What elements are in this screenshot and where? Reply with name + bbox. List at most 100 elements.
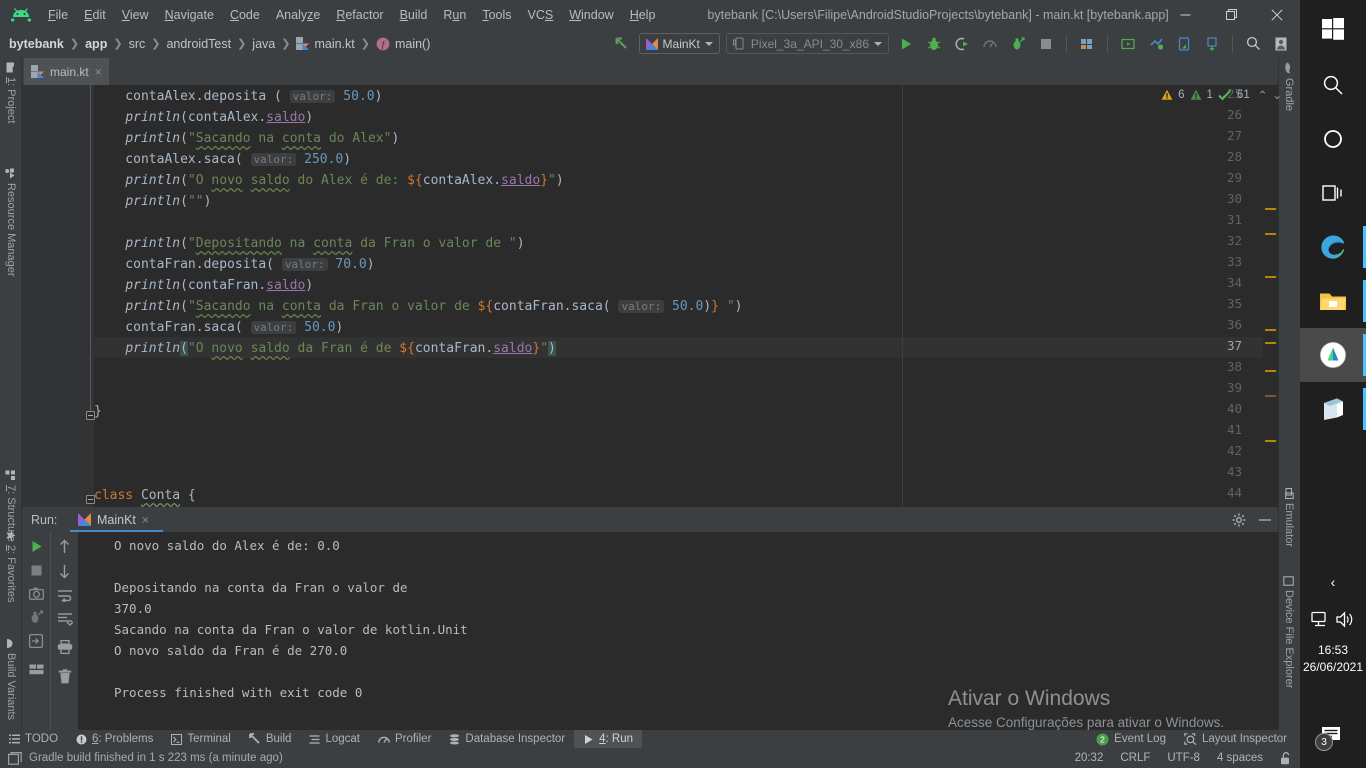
sidebar-item-emulator[interactable]: Emulator	[1283, 488, 1295, 547]
line-separator[interactable]: CRLF	[1120, 752, 1150, 764]
taskbar-clock[interactable]: 16:53 26/06/2021	[1300, 642, 1366, 676]
close-icon[interactable]: ×	[142, 513, 149, 527]
menu-item-navigate[interactable]: Navigate	[157, 6, 222, 24]
build-window-icon[interactable]	[8, 751, 22, 765]
editor-marker-bar[interactable]	[1263, 85, 1278, 507]
menu-item-edit[interactable]: Edit	[76, 6, 114, 24]
run-coverage-icon[interactable]	[951, 33, 973, 55]
run-configuration-selector[interactable]: MainKt	[638, 33, 720, 54]
bottom-item-terminal[interactable]: Terminal	[162, 730, 239, 748]
menu-bar[interactable]: FFileile Edit View Navigate Code Analyze…	[40, 6, 663, 24]
sidebar-item-project[interactable]: 1: Project	[5, 62, 17, 123]
minimize-button[interactable]	[1162, 0, 1208, 29]
chevron-up-icon[interactable]: ⌃	[1258, 88, 1268, 102]
scroll-up-icon[interactable]	[58, 539, 71, 554]
bottom-item-event-log[interactable]: 2 Event Log	[1087, 730, 1175, 748]
inspection-widget[interactable]: 6 1 61 ⌃ ⌄	[1161, 88, 1282, 102]
bottom-item-logcat[interactable]: Logcat	[300, 730, 369, 748]
start-button[interactable]	[1300, 0, 1366, 58]
menu-item-run[interactable]: Run	[435, 6, 474, 24]
screenshot-icon[interactable]	[28, 587, 44, 600]
sidebar-item-build-variants[interactable]: Build Variants	[5, 638, 17, 720]
minimize-icon[interactable]	[1258, 513, 1272, 527]
store-button[interactable]	[1300, 382, 1366, 436]
breadcrumb-item-androidtest[interactable]: androidTest	[166, 37, 231, 51]
menu-item-analyze[interactable]: Analyze	[268, 6, 328, 24]
trash-icon[interactable]	[58, 669, 72, 684]
attach-debugger-icon[interactable]	[29, 610, 44, 624]
scroll-down-icon[interactable]	[58, 564, 71, 579]
sync-gradle-icon[interactable]	[1145, 33, 1167, 55]
run-tab-mainkt[interactable]: MainKt ×	[70, 507, 157, 532]
scroll-to-end-icon[interactable]	[57, 612, 73, 626]
android-studio-button[interactable]	[1300, 328, 1366, 382]
volume-icon[interactable]	[1335, 611, 1356, 628]
bottom-item-build[interactable]: Build	[240, 730, 301, 748]
layout-icon[interactable]	[29, 664, 44, 675]
file-explorer-button[interactable]	[1300, 274, 1366, 328]
show-hidden-icons-button[interactable]: ‹	[1300, 574, 1366, 590]
run-icon[interactable]	[895, 33, 917, 55]
bottom-item-problems[interactable]: 6: Problems	[67, 730, 162, 748]
chevron-down-icon[interactable]: ⌄	[1272, 88, 1282, 102]
bottom-item-profiler[interactable]: Profiler	[369, 730, 440, 748]
sidebar-item-gradle[interactable]: Gradle	[1283, 62, 1295, 111]
menu-item-vcs[interactable]: VCS	[520, 6, 562, 24]
cortana-button[interactable]	[1300, 112, 1366, 166]
breadcrumb-item-src[interactable]: src	[129, 37, 146, 51]
search-button[interactable]	[1300, 58, 1366, 112]
code-editor[interactable]: 25 26 27 28 29 30 31 32 33 34 35 36 37 38 39 40 41 42 43 44…	[22, 85, 1278, 507]
bottom-item-database-inspector[interactable]: Database Inspector	[440, 730, 574, 748]
profile-icon[interactable]	[979, 33, 1001, 55]
unlocked-icon[interactable]	[1280, 751, 1292, 765]
close-icon[interactable]: ×	[95, 65, 102, 79]
layout-inspector-icon[interactable]	[1201, 33, 1223, 55]
print-icon[interactable]	[57, 640, 73, 654]
task-view-button[interactable]	[1300, 166, 1366, 220]
rerun-icon[interactable]	[29, 539, 44, 554]
caret-position[interactable]: 20:32	[1075, 752, 1104, 764]
menu-item-help[interactable]: Help	[622, 6, 664, 24]
stop-icon[interactable]	[30, 564, 43, 577]
sidebar-item-device-file-explorer[interactable]: Device File Explorer	[1283, 576, 1295, 688]
breadcrumb-item-app[interactable]: app	[85, 37, 107, 51]
menu-item-code[interactable]: Code	[222, 6, 268, 24]
device-manager-icon[interactable]	[1173, 33, 1195, 55]
sidebar-item-favorites[interactable]: 2: Favorites	[5, 530, 17, 602]
debug-icon[interactable]	[923, 33, 945, 55]
close-button[interactable]	[1254, 0, 1300, 29]
edge-button[interactable]	[1300, 220, 1366, 274]
sidebar-item-resource-manager[interactable]: Resource Manager	[5, 168, 17, 277]
menu-item-file[interactable]: FFileile	[40, 6, 76, 24]
menu-item-build[interactable]: Build	[392, 6, 436, 24]
export-icon[interactable]	[29, 634, 43, 648]
status-message-area[interactable]: Gradle build finished in 1 s 223 ms (a m…	[8, 751, 283, 765]
device-selector[interactable]: Pixel_3a_API_30_x86	[725, 33, 889, 54]
bottom-item-todo[interactable]: TODO	[0, 730, 67, 748]
breadcrumb-item-file[interactable]: main.kt	[314, 37, 354, 51]
notifications-button[interactable]: 3	[1300, 726, 1366, 751]
editor-gutter[interactable]	[22, 85, 94, 507]
file-encoding[interactable]: UTF-8	[1167, 752, 1200, 764]
editor-tab-main-kt[interactable]: main.kt ×	[24, 58, 109, 85]
bottom-item-run[interactable]: 4: Run	[574, 730, 643, 748]
bottom-item-layout-inspector[interactable]: Layout Inspector	[1175, 730, 1296, 748]
back-arrow-icon[interactable]	[611, 33, 633, 55]
maximize-button[interactable]	[1208, 0, 1254, 29]
menu-item-window[interactable]: Window	[561, 6, 621, 24]
soft-wrap-icon[interactable]	[57, 589, 73, 602]
indent-setting[interactable]: 4 spaces	[1217, 752, 1263, 764]
sdk-manager-icon[interactable]	[1076, 33, 1098, 55]
breadcrumb-item-function[interactable]: main()	[395, 37, 430, 51]
menu-item-refactor[interactable]: Refactor	[328, 6, 391, 24]
menu-item-view[interactable]: View	[114, 6, 157, 24]
account-icon[interactable]	[1270, 33, 1292, 55]
gear-icon[interactable]	[1232, 513, 1246, 527]
network-icon[interactable]	[1310, 611, 1331, 628]
attach-debugger-icon[interactable]	[1007, 33, 1029, 55]
menu-item-tools[interactable]: Tools	[474, 6, 519, 24]
breadcrumb-item-project[interactable]: bytebank	[9, 37, 64, 51]
stop-icon[interactable]	[1035, 33, 1057, 55]
search-icon[interactable]	[1242, 33, 1264, 55]
breadcrumb-item-java[interactable]: java	[252, 37, 275, 51]
